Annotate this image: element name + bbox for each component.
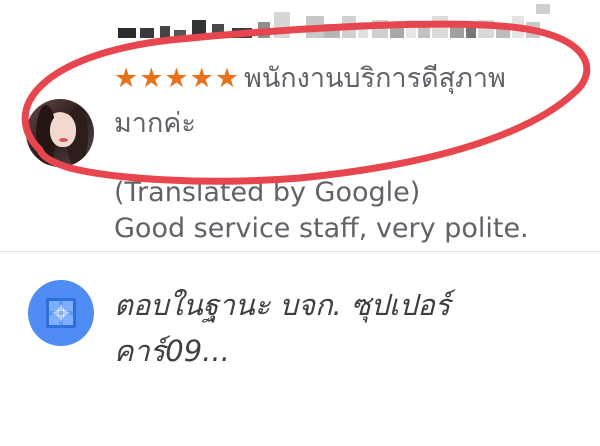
owner-reply-icon[interactable] <box>28 280 94 346</box>
review-card: ★★★★★ พนักงานบริการดีสุภาพ มากค่ะ (Transl… <box>0 0 600 250</box>
translated-label: (Translated by Google) <box>114 177 421 208</box>
redacted-name-graphic <box>118 4 550 38</box>
star-rating: ★★★★★ <box>114 63 241 94</box>
owner-reply-line2: คาร์09... <box>114 334 230 368</box>
reviewer-avatar[interactable] <box>26 99 94 167</box>
reviewer-name-redacted[interactable] <box>116 2 552 40</box>
review-text-line1: พนักงานบริการดีสุภาพ <box>244 63 506 94</box>
owner-reply-text[interactable]: ตอบในฐานะ บจก. ซุปเปอร์ คาร์09... <box>114 282 584 374</box>
section-divider <box>0 251 600 252</box>
store-icon <box>46 298 76 328</box>
avatar-lips <box>59 138 68 142</box>
review-rating-line: ★★★★★ พนักงานบริการดีสุภาพ <box>114 62 506 96</box>
owner-reply-line1: ตอบในฐานะ บจก. ซุปเปอร์ <box>114 288 451 322</box>
translated-review-text: Good service staff, very polite. <box>114 213 529 244</box>
review-text-line2: มากค่ะ <box>114 108 196 139</box>
